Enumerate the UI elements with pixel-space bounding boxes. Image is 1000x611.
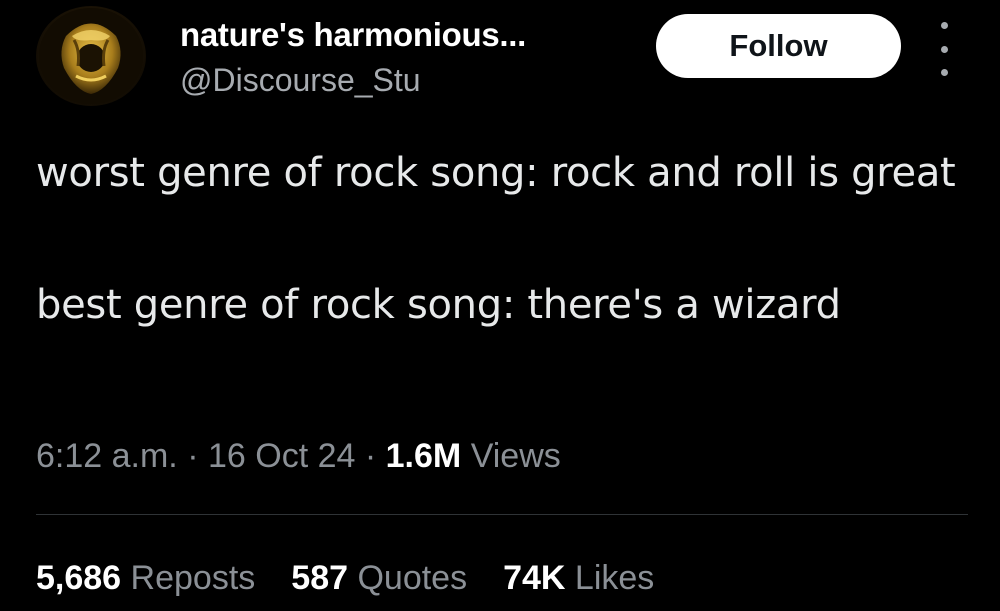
avatar-image — [39, 8, 143, 104]
quotes-count: 587 — [291, 559, 349, 597]
more-dot — [940, 22, 948, 29]
tweet-line-2: best genre of rock song: there's a wizar… — [36, 282, 841, 328]
quotes-label: Quotes — [357, 559, 468, 597]
more-dot — [940, 45, 948, 53]
reposts-count: 5,686 — [36, 559, 122, 597]
reposts-label: Reposts — [130, 559, 256, 597]
views-label: Views — [470, 437, 561, 475]
follow-button[interactable]: Follow — [656, 14, 901, 78]
avatar[interactable] — [36, 6, 146, 106]
author-display-name[interactable]: nature's harmonious... — [180, 16, 526, 54]
quotes-stat[interactable]: 587 Quotes — [291, 550, 467, 606]
reposts-stat[interactable]: 5,686 Reposts — [36, 550, 255, 606]
likes-stat[interactable]: 74K Likes — [503, 550, 654, 606]
tweet-time[interactable]: 6:12 a.m. — [36, 437, 178, 475]
likes-count: 74K — [503, 559, 566, 597]
views-count: 1.6M — [385, 437, 462, 475]
tweet-meta: 6:12 a.m. · 16 Oct 24 · 1.6M Views — [36, 430, 561, 482]
tweet-date[interactable]: 16 Oct 24 — [208, 437, 355, 475]
author-names: nature's harmonious... @Discourse_Stu — [180, 16, 526, 100]
tweet-stats: 5,686 Reposts 587 Quotes 74K Likes — [36, 550, 654, 606]
meta-separator: · — [364, 437, 377, 475]
more-vertical-icon[interactable] — [934, 22, 954, 76]
tweet-line-1: worst genre of rock song: rock and roll … — [36, 150, 956, 196]
tweet-card: nature's harmonious... @Discourse_Stu Fo… — [0, 0, 1000, 611]
more-dot — [940, 69, 948, 76]
tweet-header: nature's harmonious... @Discourse_Stu Fo… — [36, 6, 966, 106]
divider — [36, 514, 968, 515]
meta-separator: · — [187, 437, 199, 475]
likes-label: Likes — [574, 559, 655, 597]
tweet-text: worst genre of rock song: rock and roll … — [36, 140, 966, 338]
author-handle[interactable]: @Discourse_Stu — [180, 60, 526, 100]
